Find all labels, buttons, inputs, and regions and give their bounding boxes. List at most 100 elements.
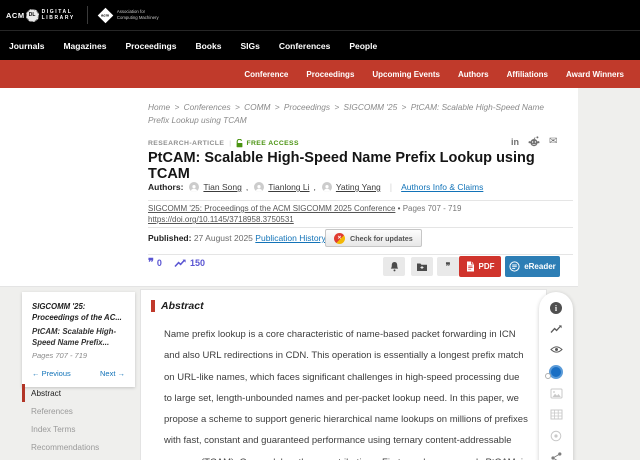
breadcrumb-sigcomm25[interactable]: SIGCOMM '25 xyxy=(344,102,398,112)
share-button[interactable] xyxy=(549,452,563,460)
conf-nav-upcoming-events[interactable]: Upcoming Events xyxy=(372,70,440,79)
conf-nav-proceedings[interactable]: Proceedings xyxy=(306,70,354,79)
association-wordmark: Association for Computing Machinery xyxy=(117,9,159,21)
citation-quote-icon: ❞ xyxy=(148,259,154,268)
breadcrumb-proceedings[interactable]: Proceedings xyxy=(284,102,330,112)
previous-link[interactable]: ← Previous xyxy=(32,369,71,378)
metrics-button[interactable] xyxy=(549,324,563,335)
share-icons: in ✉ xyxy=(511,136,557,147)
conf-nav-conference[interactable]: Conference xyxy=(244,70,288,79)
email-icon[interactable]: ✉ xyxy=(549,136,557,147)
pdf-button[interactable]: PDF xyxy=(459,256,501,277)
ereader-icon xyxy=(509,261,520,272)
author-link[interactable]: Tianlong Li xyxy=(268,182,309,192)
media-button[interactable] xyxy=(549,430,563,442)
section-nav-comments[interactable]: Comments xyxy=(22,456,135,460)
main-nav: Journals Magazines Proceedings Books SIG… xyxy=(0,30,640,60)
nav-magazines[interactable]: Magazines xyxy=(63,41,106,51)
downloads-metric[interactable]: 150 xyxy=(174,258,205,268)
association-line2: Computing Machinery xyxy=(117,15,159,20)
folder-plus-icon xyxy=(416,262,428,272)
info-button[interactable]: i xyxy=(549,302,563,314)
free-access-label: FREE ACCESS xyxy=(246,140,299,147)
nav-proceedings[interactable]: Proceedings xyxy=(125,41,176,51)
meta-separator: | xyxy=(229,140,231,147)
nav-books[interactable]: Books xyxy=(195,41,221,51)
figures-button[interactable] xyxy=(549,388,563,399)
reddit-icon[interactable] xyxy=(528,136,540,147)
info-icon: i xyxy=(550,302,562,314)
abstract-card: Abstract Name prefix lookup is a core ch… xyxy=(140,289,547,460)
authors-row: Authors: Tian Song, Tianlong Li, Yating … xyxy=(148,182,483,192)
alerts-button[interactable] xyxy=(383,257,405,276)
doi-link[interactable]: https://doi.org/10.1145/3718958.3750531 xyxy=(148,215,294,224)
citation-count: 0 xyxy=(157,258,162,268)
breadcrumb-separator: > xyxy=(174,102,179,112)
nav-conferences[interactable]: Conferences xyxy=(279,41,331,51)
nav-journals[interactable]: Journals xyxy=(9,41,44,51)
breadcrumb-separator: > xyxy=(235,102,240,112)
nav-people[interactable]: People xyxy=(349,41,377,51)
bell-icon xyxy=(389,261,400,273)
check-for-updates-button[interactable]: ✕ Check for updates xyxy=(325,229,422,247)
conf-nav-award-winners[interactable]: Award Winners xyxy=(566,70,624,79)
proceedings-link[interactable]: SIGCOMM '25: Proceedings of the ACM SIGC… xyxy=(148,204,395,213)
breadcrumb-conferences[interactable]: Conferences xyxy=(184,102,231,112)
tables-button[interactable] xyxy=(549,409,563,420)
proceedings-card-title[interactable]: SIGCOMM '25: Proceedings of the AC... xyxy=(32,301,125,323)
cite-button[interactable]: ❞ xyxy=(437,257,459,276)
dl-gear-icon[interactable]: DL xyxy=(26,9,39,22)
divider xyxy=(148,200,573,201)
trending-up-icon xyxy=(174,258,187,268)
author-link[interactable]: Yating Yang xyxy=(336,182,381,192)
authors-info-claims-link[interactable]: Authors Info & Claims xyxy=(401,182,483,192)
author-avatar xyxy=(189,182,199,192)
section-nav-abstract[interactable]: Abstract xyxy=(22,384,135,402)
acm-logo-text[interactable]: ACM xyxy=(6,11,25,20)
ereader-button[interactable]: eReader xyxy=(505,256,560,277)
linkedin-icon[interactable]: in xyxy=(511,137,519,147)
authors-divider: | xyxy=(390,182,392,192)
publication-history-link[interactable]: Publication History xyxy=(255,233,325,243)
breadcrumb-comm[interactable]: COMM xyxy=(244,102,270,112)
bullet: • xyxy=(398,204,401,213)
conf-nav-authors[interactable]: Authors xyxy=(458,70,489,79)
disc-icon xyxy=(550,430,562,442)
logo-divider xyxy=(87,6,88,24)
nav-sigs[interactable]: SIGs xyxy=(240,41,259,51)
pages-label: Pages 707 - 719 xyxy=(403,204,462,213)
acm-diamond-icon[interactable]: acm xyxy=(98,7,114,23)
downloads-count: 150 xyxy=(190,258,205,268)
citation-metric[interactable]: ❞ 0 xyxy=(148,258,162,268)
next-label: Next xyxy=(100,369,115,378)
author-link[interactable]: Tian Song xyxy=(203,182,241,192)
conf-nav-affiliations[interactable]: Affiliations xyxy=(507,70,548,79)
person-icon xyxy=(255,184,263,192)
proceedings-card-article[interactable]: PtCAM: Scalable High-Speed Name Prefix..… xyxy=(32,326,125,348)
breadcrumb-home[interactable]: Home xyxy=(148,102,170,112)
breadcrumb-separator: > xyxy=(402,102,407,112)
author-avatar xyxy=(322,182,332,192)
section-nav-index-terms[interactable]: Index Terms xyxy=(22,420,135,438)
article-type-label: RESEARCH-ARTICLE xyxy=(148,140,224,147)
next-link[interactable]: Next → xyxy=(100,369,125,378)
previous-label: Previous xyxy=(42,369,71,378)
digital-library-wordmark[interactable]: DIGITAL LIBRARY xyxy=(42,9,75,22)
conference-nav: Conference Proceedings Upcoming Events A… xyxy=(0,60,640,88)
published-date: 27 August 2025 xyxy=(194,233,253,243)
section-nav-recommendations[interactable]: Recommendations xyxy=(22,438,135,456)
next-arrow-icon: → xyxy=(118,369,126,378)
person-icon xyxy=(323,184,331,192)
article-header: Home > Conferences > COMM > Proceedings … xyxy=(0,88,578,287)
eye-icon xyxy=(550,345,563,354)
views-button[interactable] xyxy=(549,345,563,356)
add-to-binder-button[interactable] xyxy=(411,257,433,276)
pdf-button-label: PDF xyxy=(479,262,495,271)
section-nav-references[interactable]: References xyxy=(22,402,135,420)
altmetric-badge-button[interactable] xyxy=(549,365,563,378)
dimensions-ring-icon xyxy=(545,373,551,379)
acm-diamond-label: acm xyxy=(101,12,109,17)
author-separator: , xyxy=(246,182,248,192)
prev-next-nav: ← Previous Next → xyxy=(32,369,125,378)
cite-quote-icon: ❞ xyxy=(446,261,451,272)
